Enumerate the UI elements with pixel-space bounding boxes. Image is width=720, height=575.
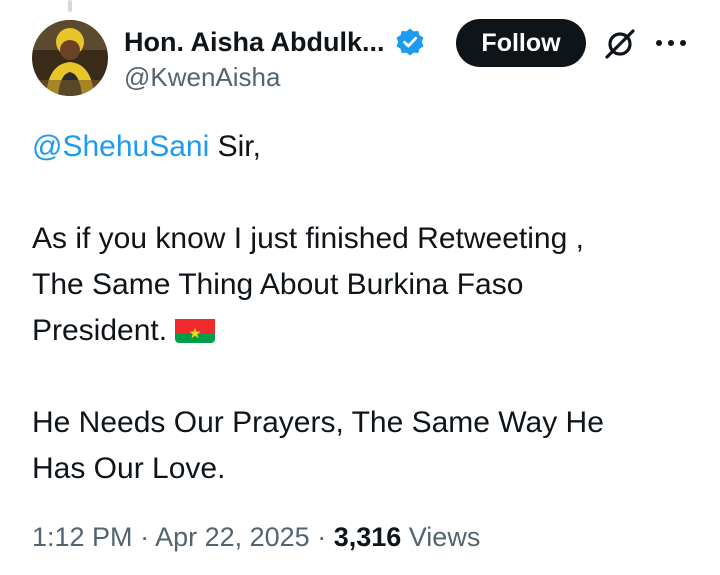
more-options-icon[interactable] <box>654 36 688 50</box>
tweet-date[interactable]: Apr 22, 2025 <box>155 522 310 552</box>
mention-link[interactable]: @ShehuSani <box>32 130 209 163</box>
separator: · <box>132 522 156 552</box>
tweet-paragraph-line: President. <box>32 308 692 354</box>
grok-icon[interactable] <box>602 26 638 62</box>
author-name-row: Hon. Aisha Abdulk... <box>124 22 425 62</box>
tweet-paragraph-line: The Same Thing About Burkina Faso <box>32 268 524 301</box>
views-label: Views <box>401 522 481 552</box>
verified-badge-icon <box>396 28 424 56</box>
tweet-paragraph-line: He Needs Our Prayers, The Same Way He <box>32 406 604 439</box>
author-display-name[interactable]: Hon. Aisha Abdulk... <box>124 27 385 58</box>
profile-avatar-image <box>32 20 108 96</box>
tweet-metadata: 1:12 PM · Apr 22, 2025 · 3,316 Views <box>32 522 480 553</box>
tweet-greeting-line: @ShehuSani Sir, <box>32 124 692 170</box>
tweet-paragraph-line: As if you know I just finished Retweetin… <box>32 222 584 255</box>
separator: · <box>309 522 334 552</box>
follow-button[interactable]: Follow <box>456 19 586 67</box>
thread-connector-line <box>68 0 72 12</box>
tweet-paragraph-text: President. <box>32 314 168 347</box>
greeting-text: Sir, <box>209 130 261 163</box>
tweet-paragraph-line: Has Our Love. <box>32 452 226 485</box>
tweet-text: @ShehuSani Sir, As if you know I just fi… <box>32 124 692 492</box>
avatar[interactable] <box>32 20 108 96</box>
tweet-time[interactable]: 1:12 PM <box>32 522 133 552</box>
burkina-faso-flag-icon <box>175 315 216 344</box>
author-handle[interactable]: @KwenAisha <box>124 62 280 93</box>
views-count: 3,316 <box>333 522 402 552</box>
